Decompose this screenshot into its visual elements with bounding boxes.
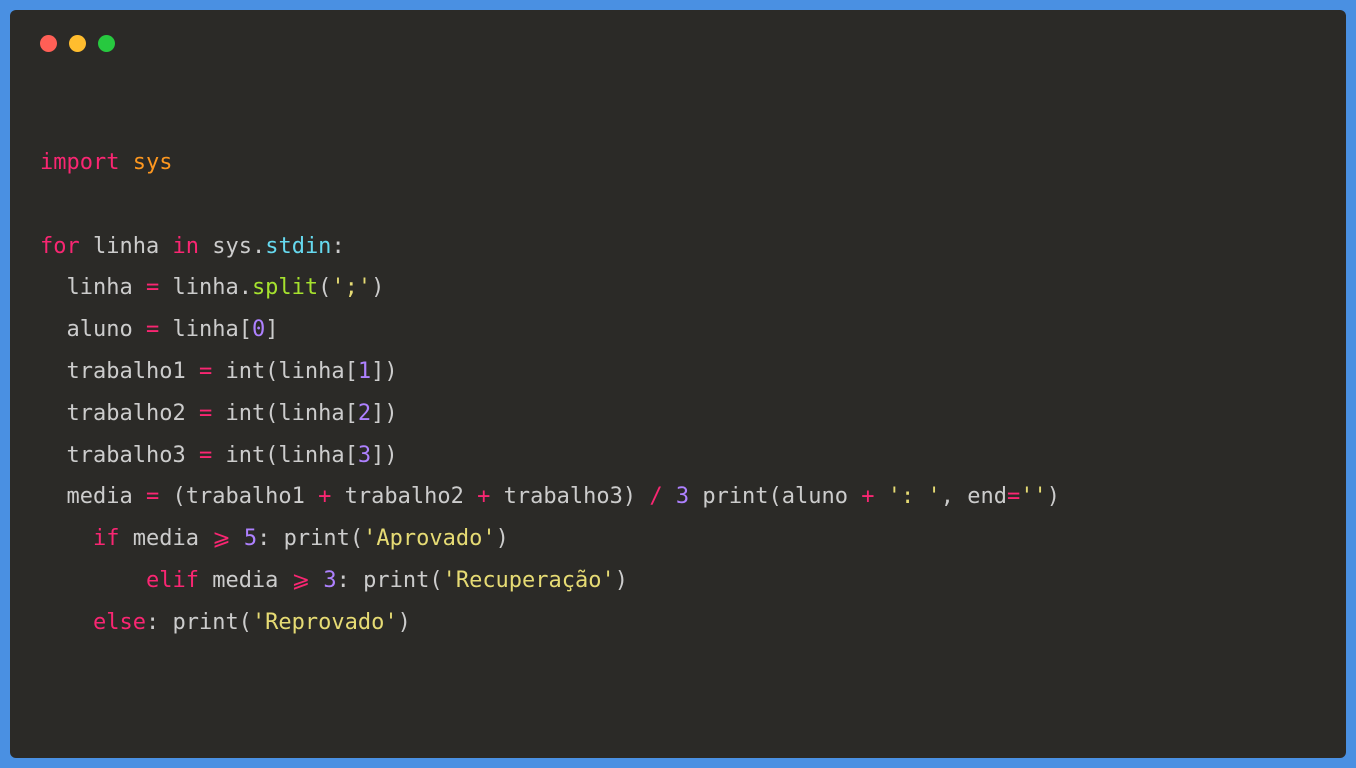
text: . bbox=[252, 234, 265, 259]
text: int(linha[ bbox=[212, 443, 358, 468]
number: 3 bbox=[323, 568, 336, 593]
string: ';' bbox=[331, 275, 371, 300]
text bbox=[40, 568, 146, 593]
text: ) bbox=[1047, 484, 1060, 509]
text bbox=[40, 526, 93, 551]
operator: + bbox=[477, 484, 490, 509]
text: ) bbox=[615, 568, 628, 593]
string: 'Aprovado' bbox=[363, 526, 495, 551]
text: aluno bbox=[40, 317, 146, 342]
text: ) bbox=[398, 610, 411, 635]
operator: / bbox=[649, 484, 662, 509]
keyword: else bbox=[93, 610, 146, 635]
maximize-icon[interactable] bbox=[98, 35, 115, 52]
text: trabalho1 bbox=[40, 359, 199, 384]
text: : bbox=[331, 234, 344, 259]
text: ]) bbox=[371, 443, 398, 468]
operator: = bbox=[199, 443, 212, 468]
operator: ⩾ bbox=[212, 526, 230, 551]
number: 1 bbox=[358, 359, 371, 384]
number: 3 bbox=[358, 443, 371, 468]
text: linha[ bbox=[159, 317, 252, 342]
text: ]) bbox=[371, 401, 398, 426]
function: split bbox=[252, 275, 318, 300]
operator: = bbox=[146, 484, 159, 509]
text: print(aluno bbox=[689, 484, 861, 509]
string: 'Recuperação' bbox=[443, 568, 615, 593]
text: ] bbox=[265, 317, 278, 342]
number: 3 bbox=[676, 484, 689, 509]
operator: + bbox=[318, 484, 331, 509]
operator: = bbox=[199, 401, 212, 426]
string: '' bbox=[1020, 484, 1047, 509]
text: trabalho2 bbox=[40, 401, 199, 426]
operator: ⩾ bbox=[292, 568, 310, 593]
text: media bbox=[199, 568, 292, 593]
operator: = bbox=[146, 317, 159, 342]
keyword: import bbox=[40, 150, 119, 175]
code-block: import sys for linha in sys.stdin: linha… bbox=[40, 142, 1316, 644]
text: ) bbox=[496, 526, 509, 551]
number: 2 bbox=[358, 401, 371, 426]
text: trabalho3 bbox=[40, 443, 199, 468]
code-window: import sys for linha in sys.stdin: linha… bbox=[10, 10, 1346, 758]
keyword: in bbox=[172, 234, 199, 259]
text: linha. bbox=[159, 275, 252, 300]
text: linha bbox=[80, 234, 173, 259]
text: , end bbox=[941, 484, 1007, 509]
text: media bbox=[119, 526, 212, 551]
module: sys bbox=[133, 150, 173, 175]
text: media bbox=[40, 484, 146, 509]
string: 'Reprovado' bbox=[252, 610, 398, 635]
text: sys bbox=[199, 234, 252, 259]
text: ]) bbox=[371, 359, 398, 384]
close-icon[interactable] bbox=[40, 35, 57, 52]
text: (trabalho1 bbox=[159, 484, 318, 509]
text: : print( bbox=[337, 568, 443, 593]
text: trabalho3) bbox=[490, 484, 649, 509]
keyword: for bbox=[40, 234, 80, 259]
text bbox=[310, 568, 323, 593]
keyword: if bbox=[93, 526, 120, 551]
text: : print( bbox=[146, 610, 252, 635]
operator: + bbox=[861, 484, 874, 509]
keyword: elif bbox=[146, 568, 199, 593]
text: ) bbox=[371, 275, 384, 300]
string: ': ' bbox=[888, 484, 941, 509]
number: 5 bbox=[244, 526, 257, 551]
number: 0 bbox=[252, 317, 265, 342]
text bbox=[40, 610, 93, 635]
text: trabalho2 bbox=[331, 484, 477, 509]
text: linha bbox=[40, 275, 146, 300]
text bbox=[231, 526, 244, 551]
text: ( bbox=[318, 275, 331, 300]
text bbox=[663, 484, 676, 509]
operator: = bbox=[199, 359, 212, 384]
window-titlebar bbox=[40, 35, 1316, 52]
text: : print( bbox=[257, 526, 363, 551]
text: int(linha[ bbox=[212, 359, 358, 384]
text: int(linha[ bbox=[212, 401, 358, 426]
operator: = bbox=[1007, 484, 1020, 509]
minimize-icon[interactable] bbox=[69, 35, 86, 52]
attr: stdin bbox=[265, 234, 331, 259]
operator: = bbox=[146, 275, 159, 300]
text bbox=[875, 484, 888, 509]
